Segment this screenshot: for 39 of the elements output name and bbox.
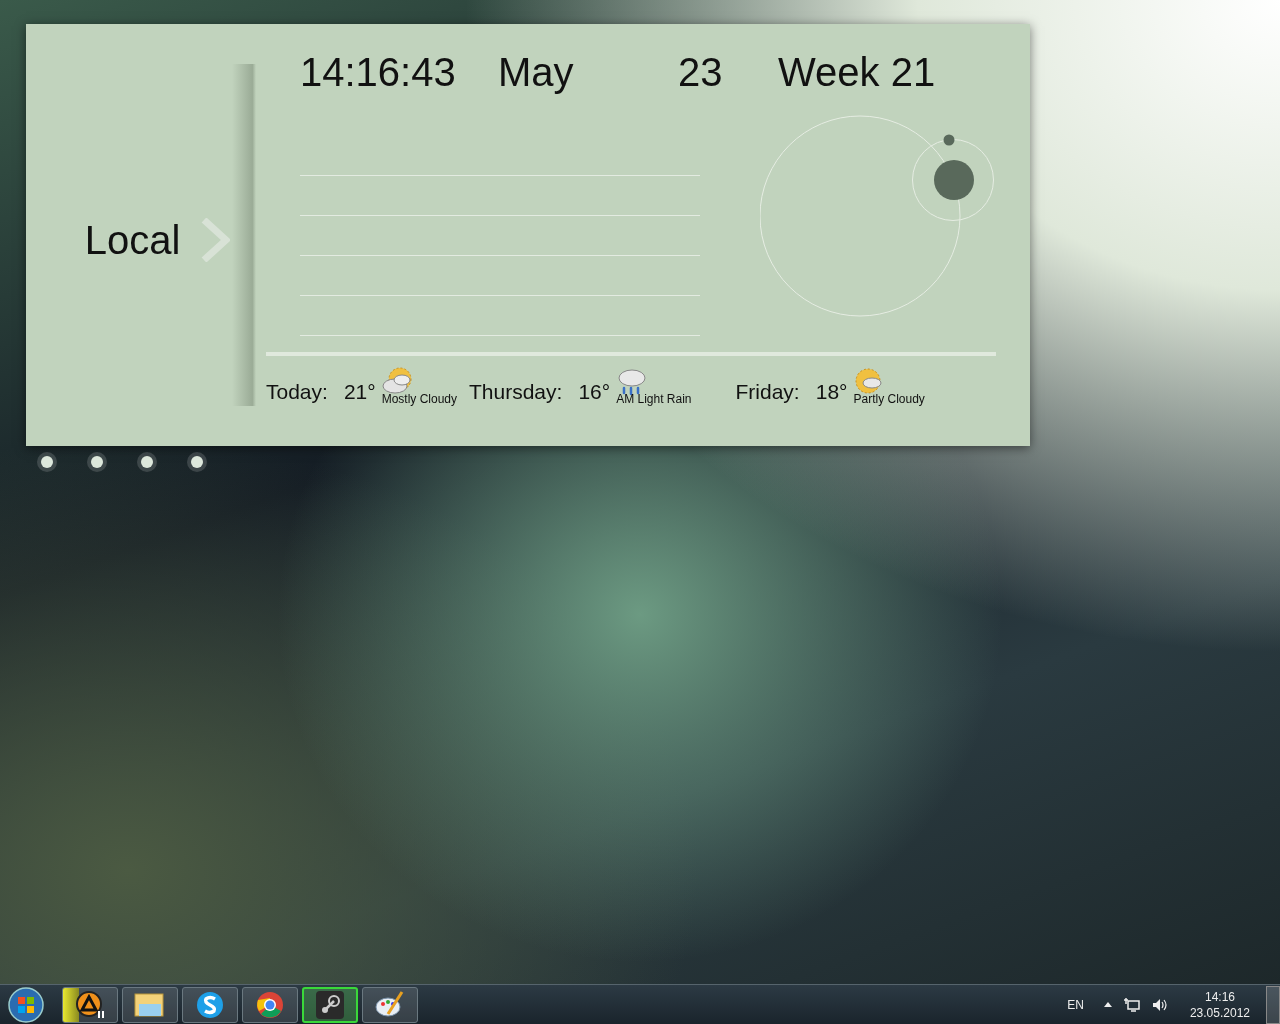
forecast-day: Friday: [735, 366, 800, 404]
language-indicator[interactable]: EN [1067, 997, 1084, 1012]
chat-taskbar-button[interactable] [182, 986, 238, 1023]
sun-cloud-icon [381, 366, 414, 396]
forecast-condition: Mostly Cloudy [381, 392, 457, 406]
game-taskbar-button[interactable] [302, 986, 358, 1023]
network-icon[interactable] [1123, 997, 1140, 1012]
paint-taskbar-button[interactable] [362, 986, 418, 1023]
caret-icon[interactable] [1103, 1002, 1112, 1007]
page-indicator-dot[interactable] [141, 456, 153, 468]
clock-time[interactable]: 14:16 [1204, 989, 1235, 1004]
page-indicator-dot[interactable] [191, 456, 203, 468]
week-text: Week 21 [778, 50, 936, 96]
time-text: 14:16:43 [300, 50, 457, 96]
game-logo-icon [315, 989, 345, 1020]
clock-date[interactable]: 23.05.2012 [1189, 1005, 1250, 1020]
chat-logo-icon [195, 989, 225, 1020]
browser-taskbar-button[interactable] [242, 986, 298, 1023]
rain-cloud-icon [616, 366, 649, 396]
month-text: May [498, 50, 575, 96]
forecast-temperature: 16° [578, 379, 611, 404]
speaker-icon[interactable] [1151, 997, 1168, 1012]
player-taskbar-button[interactable] [62, 986, 118, 1023]
page-indicator-dot[interactable] [91, 456, 103, 468]
start-button[interactable] [6, 985, 46, 1024]
location-label: Local [84, 217, 181, 263]
forecast-condition: Partly Cloudy [853, 392, 925, 406]
forecast-temperature: 21° [343, 379, 376, 404]
triangle-logo-icon [75, 989, 105, 1020]
show-desktop-button[interactable] [1266, 985, 1280, 1024]
page-indicator-dot[interactable] [41, 456, 53, 468]
day-text: 23 [678, 50, 724, 96]
forecast-condition: AM Light Rain [616, 392, 692, 406]
palette-icon [374, 989, 406, 1020]
forecast-day: Thursday: [469, 366, 563, 404]
folder-taskbar-button[interactable] [122, 986, 178, 1023]
forecast-day: Today: [266, 366, 328, 404]
forecast-temperature: 18° [815, 379, 848, 404]
browser-logo-icon [255, 989, 285, 1020]
